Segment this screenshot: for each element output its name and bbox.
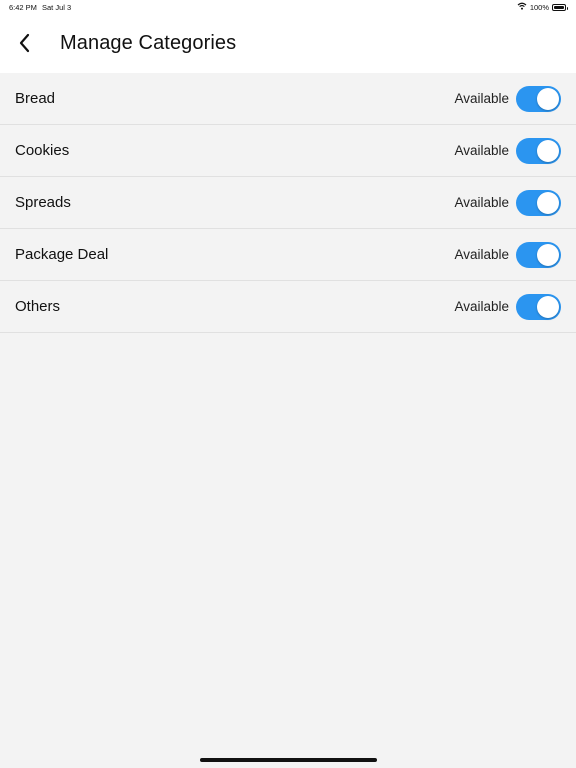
- chevron-left-icon: [19, 33, 30, 53]
- status-bar: 6:42 PM Sat Jul 3 100%: [0, 0, 576, 14]
- category-name: Cookies: [15, 142, 70, 159]
- category-status: Available: [454, 247, 509, 262]
- category-list: Bread Available Cookies Available Spread…: [0, 73, 576, 333]
- home-indicator[interactable]: [200, 758, 377, 762]
- category-name: Bread: [15, 90, 56, 107]
- category-status: Available: [454, 143, 509, 158]
- back-button[interactable]: [10, 28, 40, 58]
- toggle-knob: [537, 296, 559, 318]
- category-status: Available: [454, 195, 509, 210]
- availability-toggle[interactable]: [516, 138, 561, 164]
- list-item: Package Deal Available: [0, 229, 576, 281]
- battery-icon: [552, 3, 568, 11]
- category-name: Others: [15, 298, 61, 315]
- category-status: Available: [454, 91, 509, 106]
- list-item: Bread Available: [0, 73, 576, 125]
- list-item: Others Available: [0, 281, 576, 333]
- toggle-knob: [537, 192, 559, 214]
- battery-percent: 100%: [529, 2, 549, 12]
- status-date: Sat Jul 3: [42, 3, 72, 12]
- list-item: Cookies Available: [0, 125, 576, 177]
- availability-toggle[interactable]: [516, 294, 561, 320]
- category-name: Package Deal: [15, 246, 109, 263]
- navigation-bar: Manage Categories: [0, 14, 576, 73]
- wifi-icon: [517, 2, 527, 12]
- toggle-knob: [537, 88, 559, 110]
- status-time: 6:42 PM: [9, 3, 37, 12]
- page-title: Manage Categories: [60, 32, 237, 54]
- category-status: Available: [454, 299, 509, 314]
- availability-toggle[interactable]: [516, 242, 561, 268]
- availability-toggle[interactable]: [516, 190, 561, 216]
- availability-toggle[interactable]: [516, 86, 561, 112]
- category-name: Spreads: [15, 194, 71, 211]
- toggle-knob: [537, 140, 559, 162]
- toggle-knob: [537, 244, 559, 266]
- list-item: Spreads Available: [0, 177, 576, 229]
- status-right: 100%: [517, 2, 568, 12]
